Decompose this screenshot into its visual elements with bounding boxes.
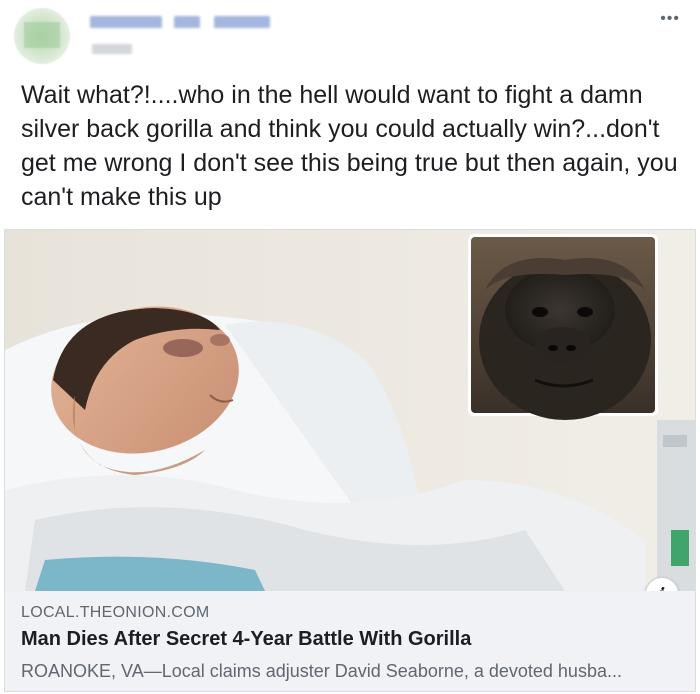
link-domain[interactable]: LOCAL.THEONION.COM — [21, 604, 210, 622]
link-headline[interactable]: Man Dies After Secret 4-Year Battle With… — [21, 628, 471, 651]
hospital-patient-gorilla-image — [5, 230, 695, 591]
author-name-blurred[interactable] — [90, 10, 272, 32]
facebook-post: ••• Wait what?!....who in the hell would… — [0, 0, 700, 694]
post-text: Wait what?!....who in the hell would wan… — [21, 81, 678, 211]
post-timestamp-blurred[interactable] — [92, 44, 132, 54]
link-preview-text[interactable]: LOCAL.THEONION.COM Man Dies After Secret… — [5, 592, 695, 691]
link-preview-image[interactable]: i — [5, 230, 695, 591]
link-preview-card[interactable]: i LOCAL.THEONION.COM Man Dies After Secr… — [4, 229, 696, 692]
post-header: ••• — [0, 0, 700, 70]
avatar[interactable] — [14, 8, 70, 64]
link-description[interactable]: ROANOKE, VA—Local claims adjuster David … — [21, 661, 681, 682]
more-horizontal-icon[interactable]: ••• — [660, 11, 680, 27]
